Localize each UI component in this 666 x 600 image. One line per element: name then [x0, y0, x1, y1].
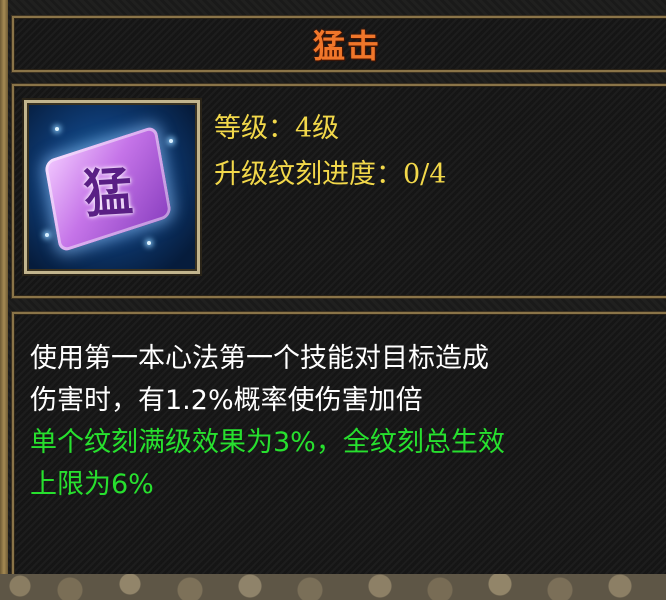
skill-description: 使用第一本心法第一个技能对目标造成 伤害时，有1.2%概率使伤害加倍 单个纹刻满… [30, 338, 666, 506]
bonus-line: 单个纹刻满级效果为3%，全纹刻总生效 [30, 427, 505, 458]
skill-tooltip: 猛击 猛 等级：4级 升级纹刻进度：0/4 使用第一本心法第一个技能对目标造成 … [0, 0, 666, 600]
engrave-progress-row: 升级纹刻进度：0/4 [214, 152, 446, 191]
skill-title: 猛击 [312, 27, 381, 65]
level-label: 等级： [214, 113, 295, 144]
sparkle-icon [55, 127, 59, 131]
bonus-line: 上限为6% [30, 469, 154, 500]
sparkle-icon [147, 241, 151, 245]
title-bar: 猛击 [12, 16, 666, 72]
level-value: 4级 [295, 113, 340, 144]
level-row: 等级：4级 [214, 106, 339, 145]
skill-icon-frame: 猛 [24, 100, 200, 274]
skill-description-panel: 使用第一本心法第一个技能对目标造成 伤害时，有1.2%概率使伤害加倍 单个纹刻满… [12, 312, 666, 578]
skill-card-icon: 猛 [43, 125, 173, 253]
engrave-progress-value: 0/4 [403, 159, 447, 190]
skill-icon-glyph: 猛 [81, 160, 135, 225]
description-line: 使用第一本心法第一个技能对目标造成 [30, 343, 489, 374]
stone-floor-decoration [0, 574, 666, 600]
engrave-progress-label: 升级纹刻进度： [214, 159, 403, 190]
sparkle-icon [45, 233, 49, 237]
sparkle-icon [169, 139, 173, 143]
skill-info-panel: 猛 等级：4级 升级纹刻进度：0/4 [12, 84, 666, 298]
description-line: 伤害时，有1.2%概率使伤害加倍 [30, 385, 423, 416]
left-frame-rail [0, 0, 8, 600]
